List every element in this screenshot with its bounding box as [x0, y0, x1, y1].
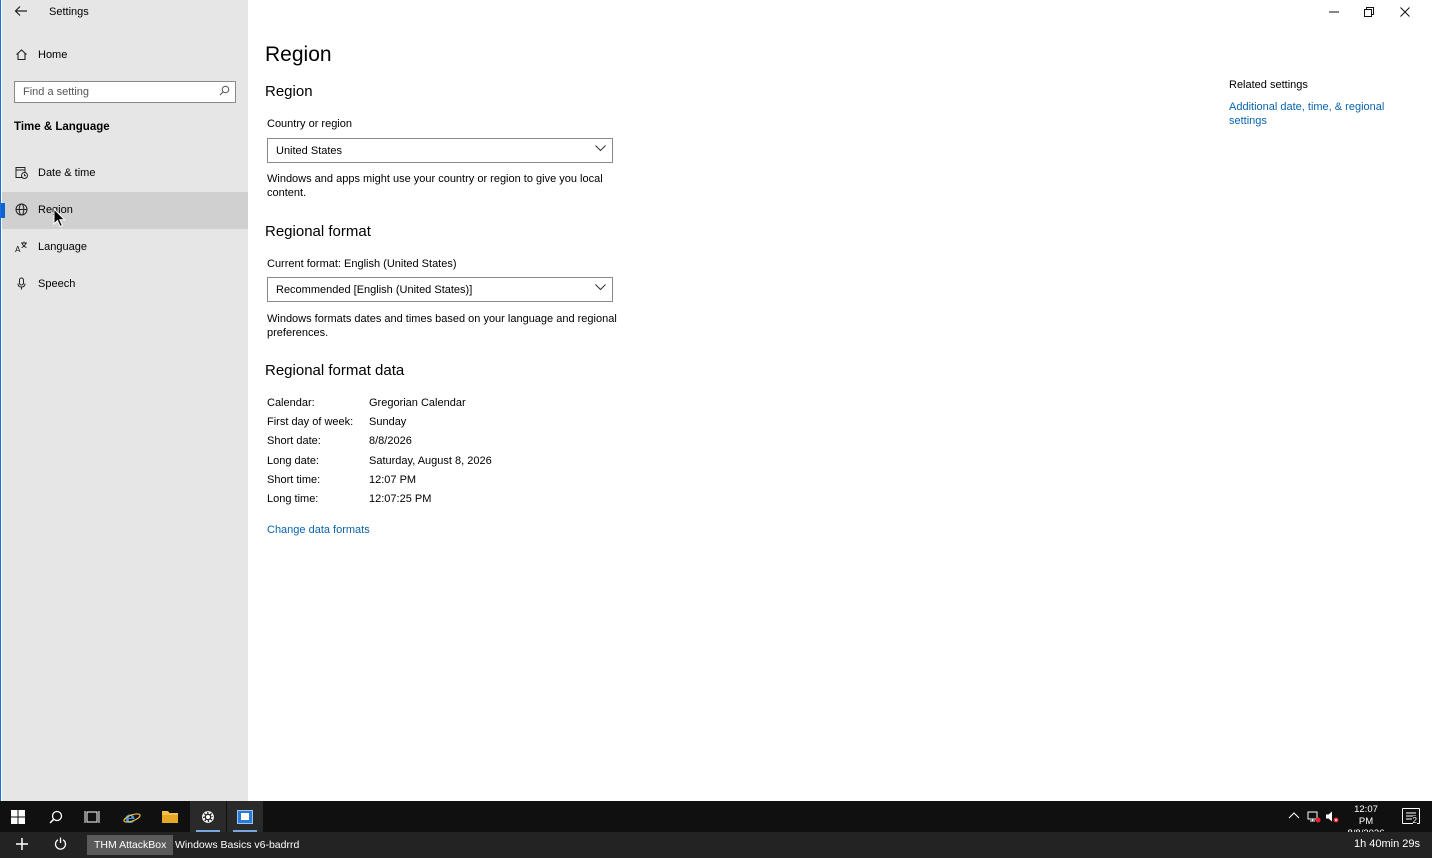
start-windows-icon[interactable]	[0, 801, 36, 832]
data-key: First day of week:	[267, 416, 354, 428]
minimize-icon[interactable]	[1324, 4, 1344, 22]
current-format-label: Current format: English (United States)	[267, 258, 457, 270]
data-key: Short date:	[267, 435, 321, 447]
sidebar-item-region[interactable]: Region	[1, 192, 248, 229]
language-icon: A	[14, 240, 28, 254]
data-key: Long date:	[267, 455, 319, 467]
microphone-icon	[14, 277, 28, 291]
home-label: Home	[38, 49, 68, 61]
globe-icon	[14, 203, 28, 217]
related-settings-title: Related settings	[1229, 79, 1308, 91]
data-value: Gregorian Calendar	[369, 397, 466, 409]
restore-icon[interactable]	[1359, 4, 1379, 22]
back-arrow-icon[interactable]	[12, 4, 30, 22]
power-icon[interactable]	[46, 832, 74, 858]
format-data-heading: Regional format data	[265, 362, 405, 379]
settings-gear-icon[interactable]	[190, 801, 226, 832]
data-key: Calendar:	[267, 397, 315, 409]
change-data-formats-link[interactable]: Change data formats	[267, 524, 370, 536]
search-icon[interactable]	[218, 85, 230, 99]
session-bar: THM AttackBox Windows Basics v6-badrrd 1…	[0, 832, 1432, 858]
notification-count: 2	[1412, 816, 1417, 825]
sidebar-item-language[interactable]: A Language	[2, 229, 248, 266]
data-value: Saturday, August 8, 2026	[369, 455, 492, 467]
home-nav-item[interactable]: Home	[2, 43, 248, 69]
page-title: Region	[265, 43, 332, 66]
regional-format-dropdown[interactable]: Recommended [English (United States)]	[267, 277, 613, 302]
file-explorer-icon[interactable]	[152, 801, 188, 832]
calendar-clock-icon	[14, 166, 28, 180]
data-value: 8/8/2026	[369, 435, 412, 447]
format-value: Recommended [English (United States)]	[276, 284, 473, 296]
format-description: Windows formats dates and times based on…	[267, 313, 617, 339]
section-title: Time & Language	[14, 121, 110, 133]
region-heading: Region	[265, 83, 313, 100]
tab-attackbox[interactable]: THM AttackBox	[87, 835, 174, 855]
svg-text:A: A	[15, 245, 21, 253]
additional-settings-link[interactable]: Additional date, time, & regional settin…	[1229, 100, 1419, 128]
sidebar-item-label: Speech	[38, 278, 76, 290]
country-value: United States	[276, 145, 343, 157]
home-icon	[14, 48, 28, 62]
chevron-down-icon	[594, 282, 606, 296]
sidebar-item-label: Date & time	[38, 167, 96, 179]
search-icon[interactable]	[38, 801, 74, 832]
app-title: Settings	[49, 6, 89, 18]
settings-window: Settings Home Time & Language Date & tim…	[0, 0, 1432, 801]
regional-format-heading: Regional format	[265, 223, 371, 240]
app-window-icon[interactable]	[227, 801, 263, 832]
country-label: Country or region	[267, 118, 352, 130]
sidebar-item-speech[interactable]: Speech	[2, 266, 248, 303]
related-settings: Related settings Additional date, time, …	[1229, 79, 1419, 128]
internet-explorer-icon[interactable]: e	[114, 801, 150, 832]
sidebar: Settings Home Time & Language Date & tim…	[1, 0, 248, 801]
window-controls	[1312, 0, 1432, 26]
task-view-icon[interactable]	[74, 801, 110, 832]
data-key: Long time:	[267, 493, 319, 505]
sidebar-item-label: Language	[38, 241, 87, 253]
chevron-down-icon	[594, 143, 606, 157]
close-icon[interactable]	[1395, 4, 1415, 22]
notification-center-icon[interactable]: 2	[1402, 808, 1420, 825]
country-description: Windows and apps might use your country …	[267, 173, 603, 199]
session-timer: 1h 40min 29s	[1353, 838, 1420, 850]
clock-time: 12:07 PM	[1354, 804, 1378, 827]
chevron-up-icon[interactable]	[1288, 810, 1302, 824]
sidebar-item-date-time[interactable]: Date & time	[2, 155, 248, 192]
add-icon[interactable]	[8, 832, 36, 858]
tab-windows-basics[interactable]: Windows Basics v6-badrrd	[168, 835, 306, 855]
data-key: Short time:	[267, 474, 321, 486]
mouse-cursor-icon	[53, 207, 67, 228]
volume-muted-icon[interactable]	[1325, 810, 1339, 824]
taskbar: e 12:07 PM 8/8/2026 2	[0, 801, 1432, 839]
network-icon[interactable]	[1307, 810, 1321, 824]
data-value: 12:07:25 PM	[369, 493, 432, 505]
title-bar: Settings	[2, 0, 248, 26]
country-dropdown[interactable]: United States	[267, 138, 613, 163]
search-input[interactable]	[23, 85, 213, 99]
data-value: 12:07 PM	[369, 474, 417, 486]
search-box[interactable]	[14, 81, 236, 103]
data-value: Sunday	[369, 416, 407, 428]
